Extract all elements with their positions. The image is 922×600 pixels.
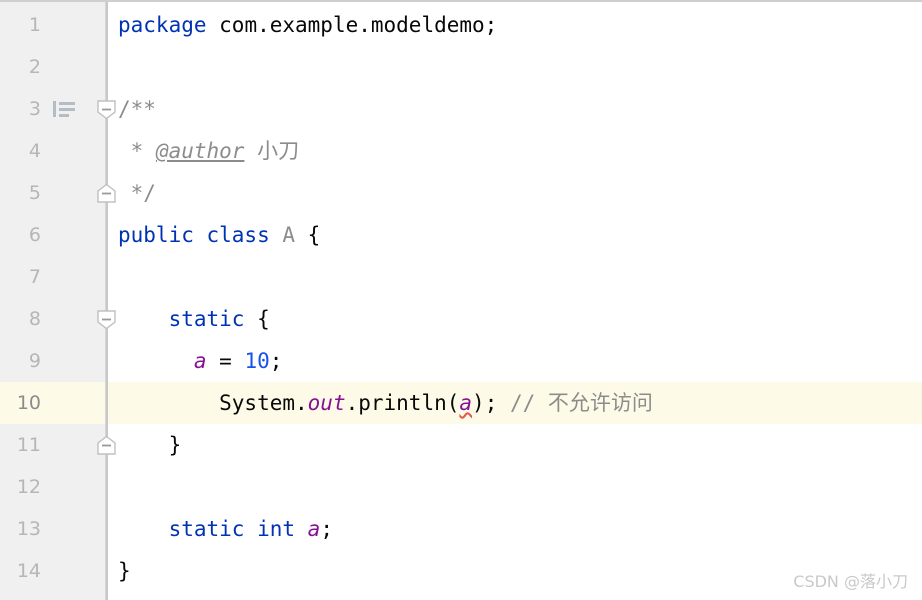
- code-token: =: [206, 349, 245, 373]
- code-token: /**: [118, 97, 156, 121]
- code-editor[interactable]: 1 2 3 4 5 6 7 8 9 10 11 12 13 14 package com.example.…: [0, 0, 922, 600]
- line-number: 9: [28, 350, 41, 372]
- code-token: a: [193, 349, 207, 373]
- code-line[interactable]: static int a;: [106, 508, 922, 550]
- fold-rail: [106, 2, 108, 600]
- code-token: a: [459, 391, 473, 415]
- code-text-area[interactable]: package com.example.modeldemo; /** * @aut…: [106, 2, 922, 600]
- code-token: .println(: [345, 391, 460, 415]
- line-number: 14: [16, 560, 41, 582]
- code-line[interactable]: [106, 256, 922, 298]
- code-line[interactable]: [106, 46, 922, 88]
- line-number: 5: [28, 182, 41, 204]
- line-number: 12: [16, 476, 41, 498]
- gutter-row[interactable]: 13: [0, 508, 106, 550]
- gutter-row[interactable]: 2: [0, 46, 106, 88]
- line-number: 13: [16, 518, 41, 540]
- code-token: A: [282, 223, 296, 247]
- code-token: {: [295, 223, 321, 247]
- code-token: com.example.modeldemo;: [206, 13, 498, 37]
- fold-collapse-icon[interactable]: [96, 309, 117, 330]
- code-line[interactable]: */: [106, 172, 922, 214]
- line-number: 1: [28, 14, 41, 36]
- line-number: 7: [28, 266, 41, 288]
- code-line[interactable]: [106, 466, 922, 508]
- gutter-row[interactable]: 4: [0, 130, 106, 172]
- gutter-row[interactable]: 5: [0, 172, 106, 214]
- code-token: static int: [168, 517, 296, 541]
- code-line[interactable]: * @author 小刀: [106, 130, 922, 172]
- line-number: 3: [28, 98, 41, 120]
- code-token: static: [168, 307, 245, 331]
- line-number: 8: [28, 308, 41, 330]
- line-number: 10: [16, 392, 41, 414]
- line-number: 6: [28, 224, 41, 246]
- gutter-row[interactable]: 9: [0, 340, 106, 382]
- code-line[interactable]: /**: [106, 88, 922, 130]
- code-token: {: [244, 307, 270, 331]
- code-token: 小刀: [257, 139, 300, 163]
- gutter-row[interactable]: 1: [0, 4, 106, 46]
- code-token: 10: [244, 349, 270, 373]
- code-token: public class: [118, 223, 270, 247]
- gutter-row[interactable]: 14: [0, 550, 106, 592]
- code-line[interactable]: package com.example.modeldemo;: [106, 4, 922, 46]
- fold-collapse-icon[interactable]: [96, 99, 117, 120]
- code-token: }: [118, 433, 182, 457]
- code-token: out: [307, 391, 346, 415]
- code-line[interactable]: System.out.println(a); // 不允许访问: [106, 382, 922, 424]
- code-token: @author: [155, 139, 245, 163]
- code-token: System.: [118, 391, 308, 415]
- documentation-icon[interactable]: [53, 101, 75, 117]
- fold-ribbon[interactable]: [96, 2, 118, 600]
- gutter-row[interactable]: 3: [0, 88, 106, 130]
- gutter-row[interactable]: 8: [0, 298, 106, 340]
- code-line[interactable]: static {: [106, 298, 922, 340]
- gutter-row[interactable]: 11: [0, 424, 106, 466]
- code-token: package: [118, 13, 207, 37]
- fold-end-icon[interactable]: [96, 435, 117, 456]
- code-token: //: [509, 391, 548, 415]
- gutter-row[interactable]: 12: [0, 466, 106, 508]
- gutter-row[interactable]: 6: [0, 214, 106, 256]
- code-line[interactable]: a = 10;: [106, 340, 922, 382]
- code-token: 不允许访问: [547, 391, 653, 415]
- code-token: *: [118, 139, 156, 163]
- fold-end-icon[interactable]: [96, 183, 117, 204]
- code-token: ;: [269, 349, 283, 373]
- code-line[interactable]: public class A {: [106, 214, 922, 256]
- code-token: a: [307, 517, 321, 541]
- editor-gutter[interactable]: 1 2 3 4 5 6 7 8 9 10 11 12 13 14: [0, 2, 106, 600]
- code-token: */: [118, 181, 156, 205]
- gutter-row[interactable]: 7: [0, 256, 106, 298]
- gutter-row[interactable]: 10: [0, 382, 106, 424]
- line-number: 11: [16, 434, 41, 456]
- code-token: );: [472, 391, 510, 415]
- watermark: CSDN @落小刀: [793, 572, 908, 591]
- code-token: ;: [320, 517, 333, 541]
- line-number: 4: [28, 140, 41, 162]
- code-token: }: [118, 559, 131, 583]
- line-number: 2: [28, 56, 41, 78]
- code-line[interactable]: }: [106, 424, 922, 466]
